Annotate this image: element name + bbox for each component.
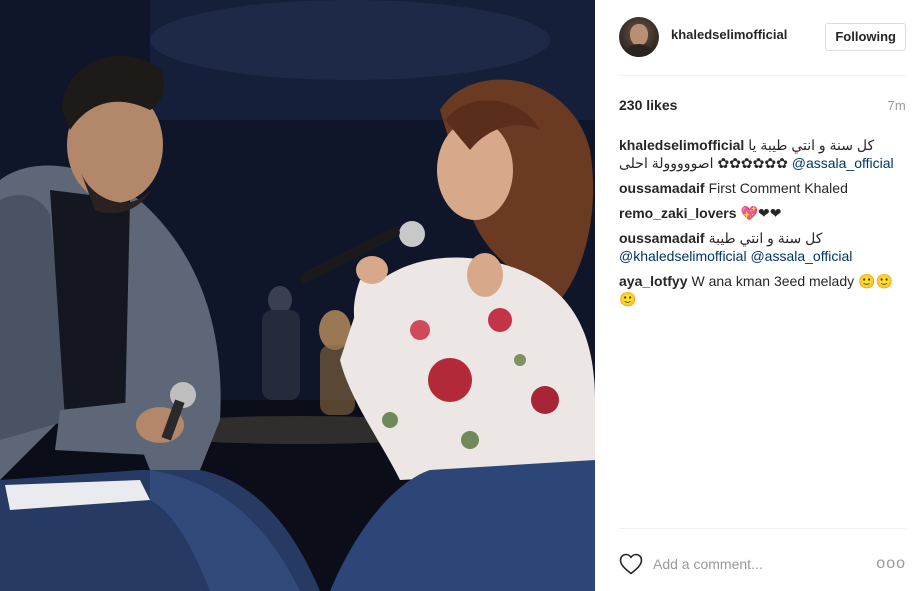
post-meta: 230 likes 7m — [619, 97, 906, 113]
photo-illustration — [0, 0, 595, 591]
comment-item: oussamadaif كل سنة و انتي طيبة @khaledsel… — [619, 229, 900, 265]
comment-username[interactable]: oussamadaif — [619, 230, 705, 246]
likes-count[interactable]: 230 likes — [619, 97, 677, 113]
footer-divider — [619, 528, 906, 529]
comment-list: khaledselimofficial كل سنة و انتي طيبة يا… — [619, 136, 900, 315]
following-button[interactable]: Following — [825, 22, 906, 51]
post-photo[interactable] — [0, 0, 595, 591]
comment-text: كل سنة و انتي طيبة — [708, 230, 823, 246]
mention-link[interactable]: @assala_official — [750, 248, 852, 264]
comment-item: oussamadaif First Comment Khaled — [619, 179, 900, 197]
comment-item: khaledselimofficial كل سنة و انتي طيبة يا… — [619, 136, 900, 172]
comment-username[interactable]: aya_lotfyy — [619, 273, 687, 289]
comment-item: aya_lotfyy W ana kman 3eed melady 🙂🙂🙂 — [619, 272, 900, 308]
add-comment-input[interactable] — [653, 556, 877, 572]
header-divider — [619, 75, 906, 76]
comment-item: remo_zaki_lovers 💖❤❤ — [619, 204, 900, 222]
heart-outline-icon[interactable] — [619, 553, 643, 575]
comment-text: First Comment Khaled — [708, 180, 848, 196]
post-username[interactable]: khaledselimofficial — [671, 27, 825, 42]
post-header: khaledselimofficial Following — [619, 15, 906, 59]
comment-text: 💖❤❤ — [740, 205, 782, 221]
mention-link[interactable]: @assala_official — [792, 155, 894, 171]
post-side-panel: khaledselimofficial Following 230 likes … — [595, 0, 924, 591]
comment-text-tail: ✿✿✿✿✿✿ اصووووولة — [651, 155, 788, 171]
comment-username[interactable]: oussamadaif — [619, 180, 705, 196]
post-view: khaledselimofficial Following 230 likes … — [0, 0, 924, 591]
post-time[interactable]: 7m — [887, 98, 906, 113]
mention-link[interactable]: @khaledselimofficial — [619, 248, 747, 264]
comment-username[interactable]: remo_zaki_lovers — [619, 205, 737, 221]
avatar[interactable] — [619, 17, 659, 57]
add-comment-row: ooo — [619, 551, 906, 577]
more-options-icon[interactable]: ooo — [876, 555, 906, 573]
comment-username[interactable]: khaledselimofficial — [619, 137, 744, 153]
